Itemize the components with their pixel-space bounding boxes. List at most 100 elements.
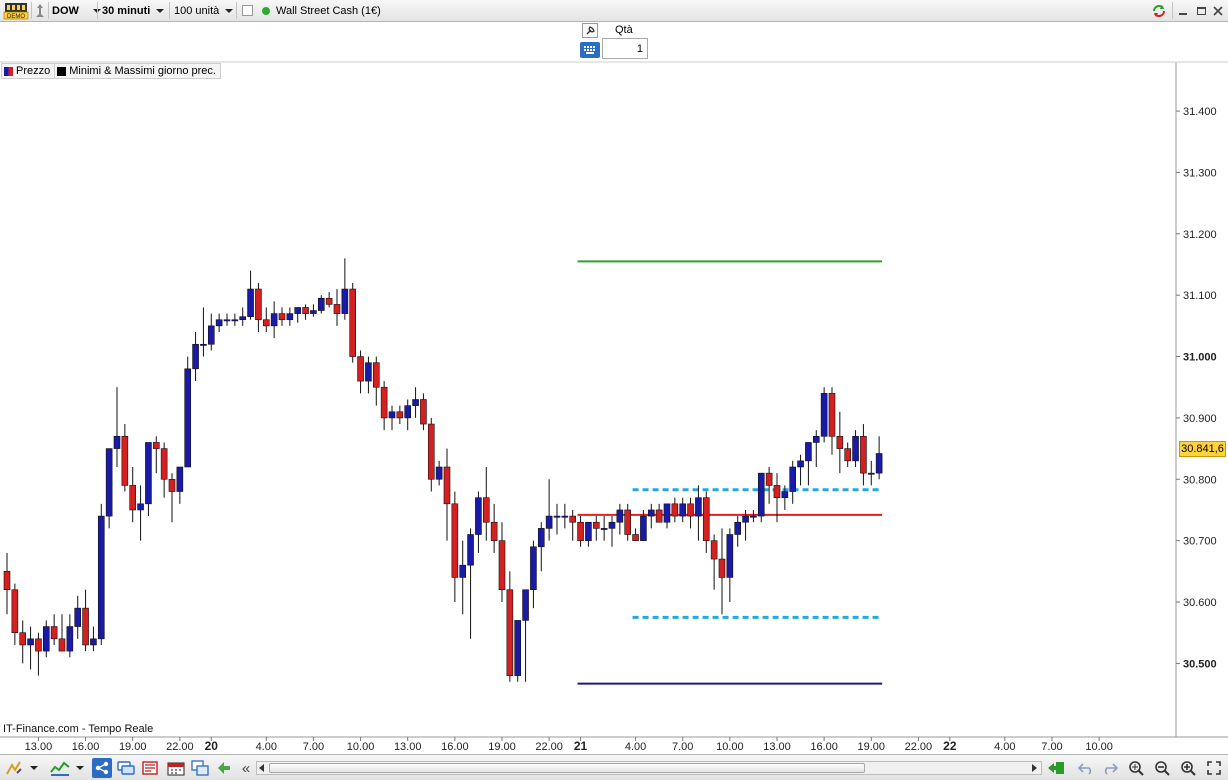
candle [514, 620, 522, 682]
y-tick-label: 30.500 [1183, 658, 1217, 670]
redo-icon[interactable] [1100, 758, 1120, 778]
candle [184, 356, 192, 468]
drawing-tools-icon[interactable] [4, 758, 24, 778]
candle [852, 430, 859, 467]
x-tick-label: 20 [205, 739, 219, 753]
candle [302, 304, 309, 320]
candle [459, 540, 467, 615]
x-tick-label: 21 [574, 739, 588, 753]
zoom-in-icon[interactable] [1178, 758, 1198, 778]
candle [294, 307, 302, 323]
candle [592, 516, 600, 541]
x-tick-label: 4.00 [994, 741, 1015, 753]
candle [537, 522, 545, 572]
candle [757, 472, 765, 523]
chevron-down-icon[interactable] [28, 758, 40, 778]
candle [812, 430, 820, 467]
candle [420, 393, 427, 431]
zoom-fit-icon[interactable] [1126, 758, 1146, 778]
y-tick-label: 31.100 [1183, 290, 1217, 302]
price-chart[interactable]: 31.400 31.300 31.200 31.100 31.000 30.900 30.8… [0, 0, 1228, 754]
candle [349, 282, 357, 363]
candle [710, 534, 718, 590]
fullscreen-icon[interactable] [1204, 758, 1224, 778]
alert-icon[interactable] [140, 758, 160, 778]
goto-latest-icon[interactable] [1046, 758, 1066, 778]
candle [223, 313, 231, 326]
candle [255, 282, 262, 332]
candle [74, 595, 82, 639]
y-tick-label: 30.700 [1183, 536, 1217, 548]
sync-icon[interactable] [214, 758, 234, 778]
candle [695, 485, 702, 541]
scrollbar-thumb[interactable] [269, 763, 865, 773]
candle [27, 626, 34, 670]
candle [380, 381, 388, 431]
candle [482, 467, 490, 541]
candle [616, 503, 624, 535]
candle [765, 467, 773, 504]
windows-icon[interactable] [190, 758, 210, 778]
x-tick-label: 13.00 [394, 741, 422, 753]
x-axis: 13.00 16.00 19.00 22.00 20 4.00 7.00 10.00 13.00… [25, 737, 1113, 753]
candle [372, 356, 380, 406]
comment-icon[interactable] [116, 758, 136, 778]
candle [58, 614, 66, 652]
candle [90, 626, 97, 652]
candle [608, 516, 616, 547]
undo-icon[interactable] [1076, 758, 1096, 778]
candle [262, 307, 270, 332]
y-axis: 31.400 31.300 31.200 31.100 31.000 30.900 30.8… [1176, 106, 1217, 670]
candle [569, 509, 577, 541]
source-label: IT-Finance.com - Tempo Reale [3, 723, 154, 735]
share-icon[interactable] [92, 758, 112, 778]
candle [137, 485, 144, 541]
x-tick-label: 19.00 [488, 741, 516, 753]
scroll-left-icon[interactable] [257, 762, 267, 774]
x-tick-label: 10.00 [347, 741, 375, 753]
zoom-out-icon[interactable] [1152, 758, 1172, 778]
horizontal-scrollbar[interactable] [256, 761, 1042, 775]
chevron-down-icon[interactable] [74, 758, 86, 778]
candle [357, 350, 364, 394]
candle [577, 516, 584, 547]
candle [805, 442, 812, 486]
candle [624, 503, 632, 541]
y-tick-label: 31.000 [1183, 352, 1217, 364]
candle [168, 473, 176, 523]
candle [113, 387, 121, 467]
candle [844, 442, 851, 467]
x-tick-label: 22.00 [166, 741, 194, 753]
candle [310, 304, 317, 317]
scroll-right-icon[interactable] [1029, 762, 1039, 774]
candle [3, 552, 11, 615]
candle [207, 313, 215, 351]
x-tick-label: 16.00 [810, 741, 838, 753]
candle [200, 307, 207, 357]
candle [789, 460, 797, 504]
candle [11, 583, 19, 645]
candle [875, 436, 883, 480]
calendar-icon[interactable] [166, 758, 186, 778]
candle [750, 509, 757, 523]
candle [278, 307, 286, 326]
candle [687, 497, 694, 529]
x-tick-label: 4.00 [625, 741, 646, 753]
candle [176, 466, 184, 504]
candle [42, 620, 50, 658]
candle [734, 516, 742, 547]
scroll-left-fast-icon[interactable]: « [236, 758, 256, 778]
candle [443, 448, 451, 541]
indicators-icon[interactable] [50, 758, 70, 778]
x-tick-label: 10.00 [1085, 741, 1113, 753]
candle [530, 540, 537, 609]
x-tick-label: 19.00 [858, 741, 886, 753]
candle [82, 589, 89, 652]
candle [545, 479, 553, 541]
candle [467, 528, 474, 639]
candle [50, 614, 58, 645]
x-tick-label: 16.00 [441, 741, 469, 753]
candle [388, 405, 396, 431]
candle [836, 411, 844, 474]
y-tick-label: 30.600 [1183, 597, 1217, 609]
